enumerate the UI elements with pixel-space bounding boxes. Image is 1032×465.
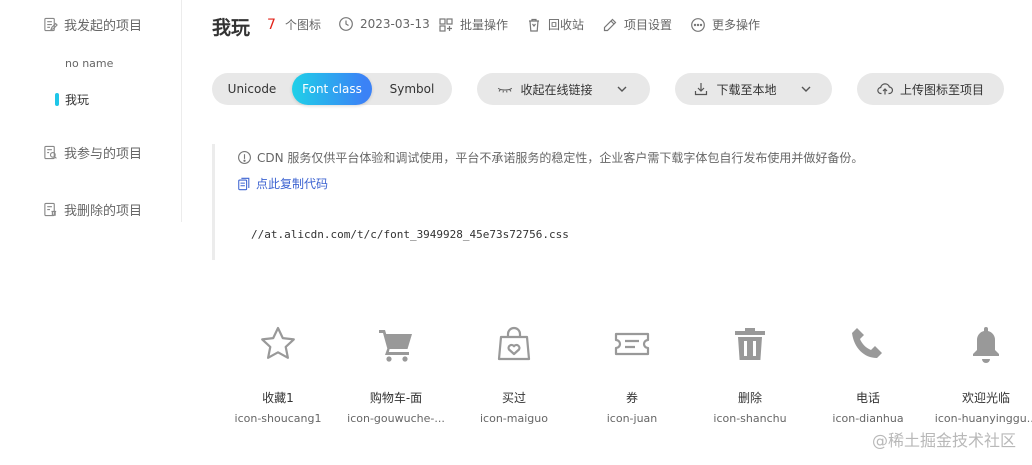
search-doc-icon [44, 145, 57, 160]
format-segmented-control: Unicode Font class Symbol [212, 73, 452, 105]
shopping-bag-icon [497, 326, 531, 361]
sidebar-subitem-no-name[interactable]: no name [65, 57, 113, 70]
download-icon [695, 83, 708, 96]
settings-label: 项目设置 [624, 18, 673, 32]
icon-name: 购物车-面 [369, 391, 423, 405]
icon-code: icon-shanchu [713, 412, 787, 425]
more-label: 更多操作 [712, 18, 761, 32]
icon-code: icon-gouwuche-... [347, 412, 445, 425]
icon-code: icon-juan [606, 412, 658, 425]
collapse-online-link-button[interactable]: 收起在线链接 [477, 73, 650, 105]
sidebar: 我发起的项目 no name 我玩 我参与的项目 我删除的项目 [0, 0, 182, 222]
recycle-bin-icon [529, 18, 539, 32]
sidebar-item-deleted-projects[interactable]: 我删除的项目 [43, 200, 142, 219]
date-text: 2023-03-13 [360, 17, 430, 31]
icon-card[interactable]: 收藏1 icon-shoucang1 [218, 322, 338, 426]
icon-name: 欢迎光临 [961, 391, 1010, 405]
batch-operation-button[interactable]: 批量操作 [438, 16, 508, 33]
cdn-notice-text: CDN 服务仅供平台体验和调试使用，平台不承诺服务的稳定性，企业客户需下载字体包… [257, 151, 864, 165]
cloud-upload-icon [877, 83, 893, 95]
more-icon [691, 17, 705, 32]
icon-card[interactable]: 电话 icon-dianhua [808, 322, 928, 426]
edit-doc-icon [44, 17, 58, 32]
icon-card[interactable]: 买过 icon-maiguo [454, 322, 574, 426]
tab-unicode[interactable]: Unicode [212, 73, 292, 105]
upload-label: 上传图标至项目 [899, 82, 984, 97]
upload-icons-button[interactable]: 上传图标至项目 [857, 73, 1004, 105]
trash-icon [735, 328, 765, 360]
icon-name: 买过 [501, 391, 526, 405]
copy-icon [238, 177, 250, 190]
collapse-link-label: 收起在线链接 [520, 82, 593, 97]
icon-code: icon-dianhua [832, 412, 904, 425]
cdn-url[interactable]: //at.alicdn.com/t/c/font_3949928_45e73s7… [251, 228, 569, 241]
icon-card[interactable]: 欢迎光临 icon-huanyinggu... [926, 322, 1032, 426]
sidebar-item-label: 我参与的项目 [64, 147, 143, 162]
icon-name: 收藏1 [262, 391, 294, 405]
sidebar-item-label: 我删除的项目 [64, 204, 143, 219]
project-date: 2023-03-13 [338, 16, 430, 32]
deleted-doc-icon [44, 202, 57, 217]
icon-card[interactable]: 券 icon-juan [572, 322, 692, 426]
cdn-notice: CDN 服务仅供平台体验和调试使用，平台不承诺服务的稳定性，企业客户需下载字体包… [237, 149, 863, 166]
icon-name: 电话 [855, 391, 880, 405]
download-label: 下载至本地 [716, 82, 777, 97]
icon-code: icon-maiguo [480, 412, 548, 425]
icon-count-label: 个图标 [285, 16, 321, 33]
download-button[interactable]: 下载至本地 [675, 73, 832, 105]
icon-code: icon-shoucang1 [234, 412, 322, 425]
cdn-link-panel: CDN 服务仅供平台体验和调试使用，平台不承诺服务的稳定性，企业客户需下载字体包… [212, 144, 1032, 260]
phone-icon [852, 328, 882, 358]
clock-icon [339, 17, 353, 31]
copy-code-label: 点此复制代码 [256, 177, 329, 191]
icon-count-unit: 个图标 [285, 18, 322, 32]
sidebar-item-joined-projects[interactable]: 我参与的项目 [43, 143, 142, 162]
ticket-icon [614, 332, 650, 356]
sidebar-subitem-active[interactable]: 我玩 [54, 91, 89, 108]
project-settings-button[interactable]: 项目设置 [602, 16, 672, 33]
watermark: @稀土掘金技术社区 [871, 431, 1016, 450]
star-icon [261, 326, 295, 359]
chevron-down-icon [801, 86, 810, 92]
info-icon [238, 151, 251, 164]
chevron-down-icon [617, 86, 626, 92]
batch-label: 批量操作 [460, 18, 509, 32]
icon-grid: 收藏1 icon-shoucang1 购物车-面 icon-gouwuche-.… [218, 322, 1032, 432]
pencil-icon [603, 18, 617, 31]
bell-icon [973, 327, 999, 363]
batch-icon [439, 17, 453, 32]
page-title: 我玩 [212, 17, 251, 39]
tab-symbol[interactable]: Symbol [372, 73, 452, 105]
tab-font-class[interactable]: Font class [292, 73, 372, 105]
icon-name: 删除 [737, 391, 762, 405]
icon-count: 7 [267, 17, 276, 33]
icon-code: icon-huanyinggu... [934, 412, 1032, 425]
more-operations-button[interactable]: 更多操作 [690, 16, 760, 33]
copy-code-link[interactable]: 点此复制代码 [237, 175, 328, 192]
icon-name: 券 [625, 391, 638, 405]
recycle-label: 回收站 [548, 18, 585, 32]
sidebar-item-label: 我发起的项目 [64, 19, 143, 34]
icon-card[interactable]: 删除 icon-shanchu [690, 322, 810, 426]
cart-icon [379, 330, 412, 362]
eye-closed-icon [498, 87, 513, 93]
recycle-bin-button[interactable]: 回收站 [526, 16, 584, 33]
icon-card[interactable]: 购物车-面 icon-gouwuche-... [336, 322, 456, 426]
sidebar-item-my-projects[interactable]: 我发起的项目 [43, 15, 142, 34]
